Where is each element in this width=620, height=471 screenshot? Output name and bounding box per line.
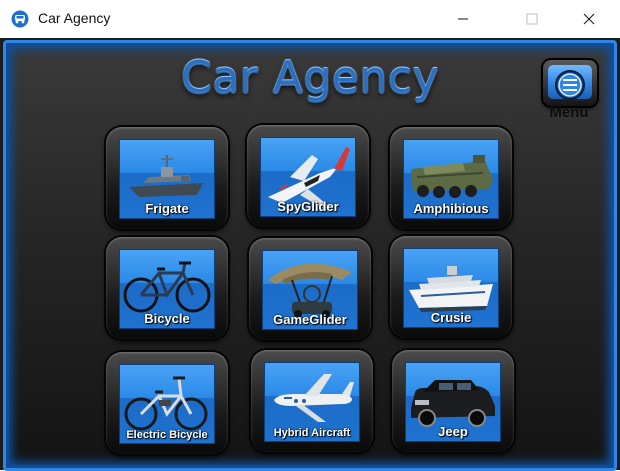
window-title: Car Agency — [38, 10, 111, 26]
tile-image-panel: Electric Bicycle — [119, 364, 215, 444]
tile-image-panel: GameGlider — [262, 250, 358, 330]
minimize-icon — [458, 18, 468, 20]
tile-spyglider[interactable]: SpyGlider — [247, 125, 369, 227]
tile-label: Amphibious — [413, 201, 489, 216]
close-button[interactable] — [566, 0, 612, 38]
car-app-icon — [11, 10, 29, 28]
tile-image-panel: Hybrid Aircraft — [264, 362, 360, 442]
tile-hybrid-aircraft[interactable]: Hybrid Aircraft — [251, 350, 373, 452]
menu-icon — [555, 70, 585, 100]
tile-image-panel: Frigate — [119, 139, 215, 219]
tile-label: Bicycle — [144, 311, 190, 326]
tile-label: Crusie — [430, 310, 472, 325]
tile-label: Frigate — [145, 201, 189, 216]
tile-amphibious[interactable]: Amphibious — [390, 127, 512, 229]
maximize-icon — [526, 13, 538, 25]
tile-label: SpyGlider — [277, 199, 339, 214]
tile-image-panel: Amphibious — [403, 139, 499, 219]
tile-cruise[interactable]: Crusie — [390, 236, 512, 338]
tile-image-panel: Bicycle — [119, 249, 215, 329]
minimize-button[interactable] — [440, 0, 486, 38]
tile-image-panel: SpyGlider — [260, 137, 356, 217]
tile-jeep[interactable]: Jeep — [392, 350, 514, 452]
window-titlebar: Car Agency — [0, 0, 620, 38]
tile-gameglider[interactable]: GameGlider — [249, 238, 371, 340]
tile-electric-bicycle[interactable]: Electric Bicycle — [106, 352, 228, 454]
tile-image-panel: Crusie — [403, 248, 499, 328]
menu-button[interactable] — [543, 60, 597, 106]
maximize-button[interactable] — [509, 0, 555, 38]
tile-bicycle[interactable]: Bicycle — [106, 237, 228, 339]
tile-label: Electric Bicycle — [126, 429, 208, 441]
page-title: Car Agency — [181, 52, 439, 103]
tile-image-panel: Jeep — [405, 362, 501, 442]
close-icon — [583, 13, 595, 25]
tile-frigate[interactable]: Frigate — [106, 127, 228, 229]
tile-label: Hybrid Aircraft — [273, 427, 351, 439]
tile-label: GameGlider — [273, 312, 347, 327]
menu-label: Menu — [549, 104, 589, 121]
tile-label: Jeep — [438, 424, 468, 439]
